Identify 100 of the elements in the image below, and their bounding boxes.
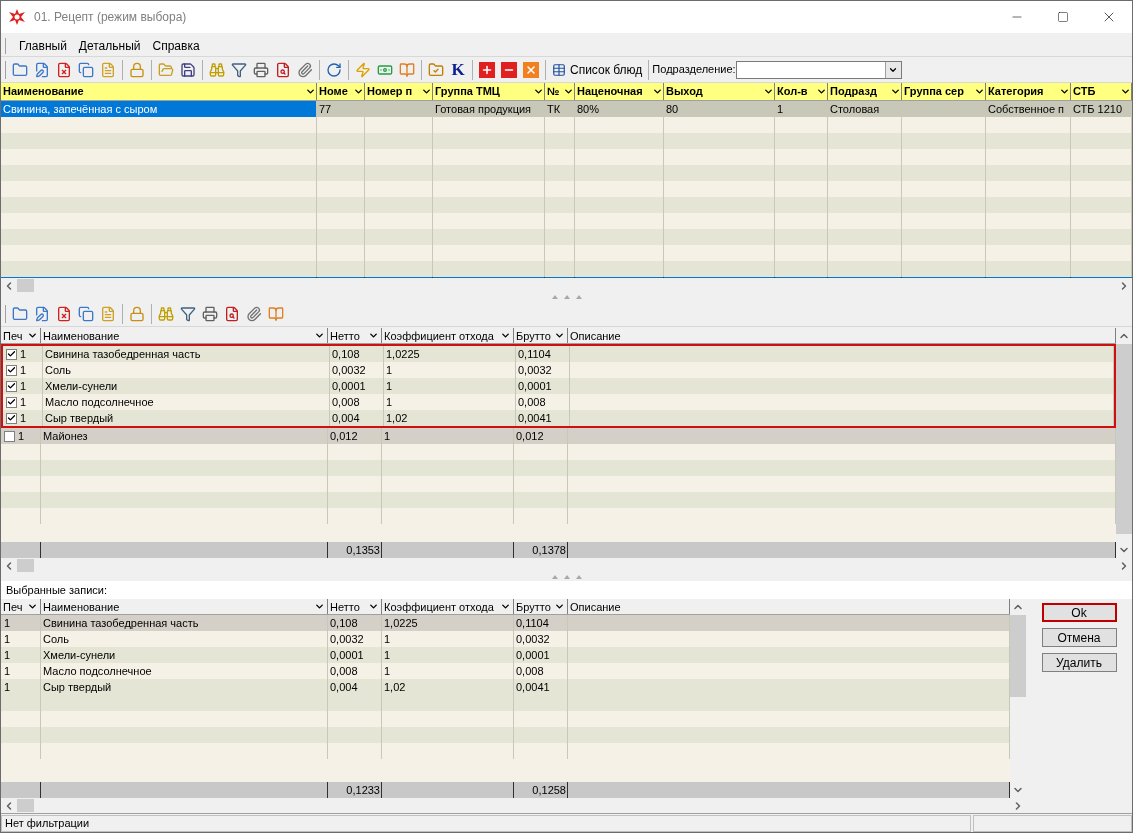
column-header[interactable]: Категория	[986, 83, 1071, 100]
k-button[interactable]: K	[447, 58, 469, 81]
table-cell: Свинина тазобедренная часть	[43, 617, 199, 629]
remove-icon[interactable]	[501, 61, 517, 78]
table-row[interactable]: 1 Масло подсолнечное 0,008 1 0,008	[1, 663, 1010, 679]
column-header[interactable]: Номер п	[365, 83, 433, 100]
table-cell: 0,0001	[330, 649, 364, 661]
table-cell: 0,0001	[518, 380, 552, 392]
print-checkbox[interactable]	[6, 380, 17, 392]
table-cell: 1	[386, 364, 393, 376]
total-value: 0,1233	[346, 784, 380, 796]
table-cell: 0,0032	[332, 364, 366, 376]
column-header[interactable]: Номе	[317, 83, 365, 100]
column-header[interactable]: Выход	[664, 83, 775, 100]
column-header[interactable]: Коэффициент отхода	[382, 599, 514, 614]
table-cell: Готовая продукция	[435, 103, 532, 115]
table-cell: 0,0041	[516, 681, 550, 693]
table-row[interactable]: 1 Масло подсолнечное 0,008 1 0,008	[3, 394, 1114, 410]
column-header[interactable]: Брутто	[514, 599, 568, 614]
table-row[interactable]: 1 Хмели-сунели 0,0001 1 0,0001	[3, 378, 1114, 394]
total-value: 0,1378	[532, 544, 566, 556]
table-row[interactable]: 1 Сыр твердый 0,004 1,02 0,0041	[3, 410, 1114, 426]
total-value: 0,1353	[346, 544, 380, 556]
scroll-thumb[interactable]	[17, 279, 34, 292]
table-cell: 0,0032	[516, 633, 550, 645]
table-row[interactable]: Свинина, запечённая с сыром 77 Готовая продукция ТК 80% 80 1 Столовая Собственное п СТБ 1210	[1, 101, 1132, 117]
splitter-grip-icon[interactable]	[551, 575, 582, 579]
cancel-icon[interactable]	[523, 61, 539, 78]
dish-list-button[interactable]: Список блюд	[549, 58, 646, 81]
scroll-thumb[interactable]	[17, 799, 34, 812]
table-cell-text: 1	[20, 346, 27, 362]
column-header[interactable]: №	[545, 83, 575, 100]
table-cell-text: 1	[4, 679, 11, 695]
maximize-icon[interactable]	[1057, 11, 1069, 23]
table-cell: Масло подсолнечное	[45, 396, 154, 408]
print-checkbox[interactable]	[6, 364, 17, 376]
table-cell: 1	[384, 649, 391, 661]
table-cell: 0,1104	[518, 348, 551, 360]
dialog-button[interactable]: Удалить	[1041, 653, 1117, 672]
table-row[interactable]: 1 Свинина тазобедренная часть 0,108 1,0225 0,1104	[3, 346, 1114, 362]
total-value: 0,1258	[532, 784, 566, 796]
dialog-button[interactable]: Ok	[1041, 603, 1117, 622]
table-cell: 80	[666, 103, 679, 115]
table-cell: 0,008	[516, 665, 544, 677]
column-header[interactable]: Наименование	[41, 328, 328, 343]
table-cell: 1	[384, 633, 391, 645]
dialog-button[interactable]: Отмена	[1041, 628, 1117, 647]
column-header[interactable]: Наименование	[1, 83, 317, 100]
table-cell: Сыр твердый	[43, 681, 112, 693]
table-cell: 0,0001	[516, 649, 550, 661]
table-cell: Свинина, запечённая с сыром	[3, 103, 158, 115]
table-cell-text: 1	[4, 615, 11, 631]
window-title: 01. Рецепт (режим выбора)	[34, 9, 187, 26]
column-header[interactable]: Группа сер	[902, 83, 986, 100]
table-cell: 0,1104	[516, 617, 549, 629]
table-cell: 80%	[577, 103, 600, 115]
column-header[interactable]: Наименование	[41, 599, 328, 614]
scroll-thumb[interactable]	[1116, 344, 1132, 534]
print-checkbox[interactable]	[6, 412, 17, 424]
table-cell: 1	[386, 396, 393, 408]
column-header[interactable]: Нетто	[328, 328, 382, 343]
column-header[interactable]: Группа ТМЦ	[433, 83, 545, 100]
table-cell: 0,108	[330, 617, 358, 629]
table-cell-text: 1	[20, 410, 27, 426]
menu-item[interactable]: Главный	[19, 36, 67, 55]
table-row[interactable]: 1 Соль 0,0032 1 0,0032	[1, 631, 1010, 647]
print-checkbox[interactable]	[4, 430, 15, 442]
column-header[interactable]: Наценочная	[575, 83, 664, 100]
column-header[interactable]: Печ	[1, 328, 41, 343]
table-cell: 1	[777, 103, 784, 115]
table-cell: 0,008	[518, 396, 546, 408]
scroll-thumb[interactable]	[17, 559, 34, 572]
column-header[interactable]: Кол-в	[775, 83, 828, 100]
table-row[interactable]: 1 Соль 0,0032 1 0,0032	[3, 362, 1114, 378]
scroll-thumb[interactable]	[1010, 615, 1026, 697]
print-checkbox[interactable]	[6, 348, 17, 360]
menu-item[interactable]: Детальный	[78, 36, 141, 55]
add-icon[interactable]	[479, 61, 495, 78]
table-cell-text: 1	[4, 647, 11, 663]
table-row[interactable]: 1 Сыр твердый 0,004 1,02 0,0041	[1, 679, 1010, 695]
table-cell: 1	[384, 430, 391, 442]
status-text: Нет фильтрации	[5, 816, 90, 829]
table-cell: ТК	[547, 103, 561, 115]
column-header[interactable]: Нетто	[328, 599, 382, 614]
menu-item[interactable]: Справка	[152, 36, 200, 55]
column-header[interactable]: Коэффициент отхода	[382, 328, 514, 343]
print-checkbox[interactable]	[6, 396, 17, 408]
table-row[interactable]: 1 Свинина тазобедренная часть 0,108 1,0225 0,1104	[1, 615, 1010, 631]
table-cell: 1	[384, 665, 391, 677]
column-header[interactable]: Брутто	[514, 328, 568, 343]
column-header[interactable]: Подразд	[828, 83, 902, 100]
table-icon	[552, 62, 566, 77]
column-header[interactable]: Печ	[1, 599, 41, 614]
table-row[interactable]: 1 Хмели-сунели 0,0001 1 0,0001	[1, 647, 1010, 663]
splitter-grip-icon[interactable]	[551, 295, 582, 299]
division-dropdown[interactable]	[735, 60, 902, 79]
table-cell: 1,0225	[386, 348, 420, 360]
table-cell-text: 1	[4, 631, 11, 647]
column-header[interactable]: СТБ	[1071, 83, 1132, 100]
table-row[interactable]: 1 Майонез 0,012 1 0,012	[1, 428, 1116, 444]
